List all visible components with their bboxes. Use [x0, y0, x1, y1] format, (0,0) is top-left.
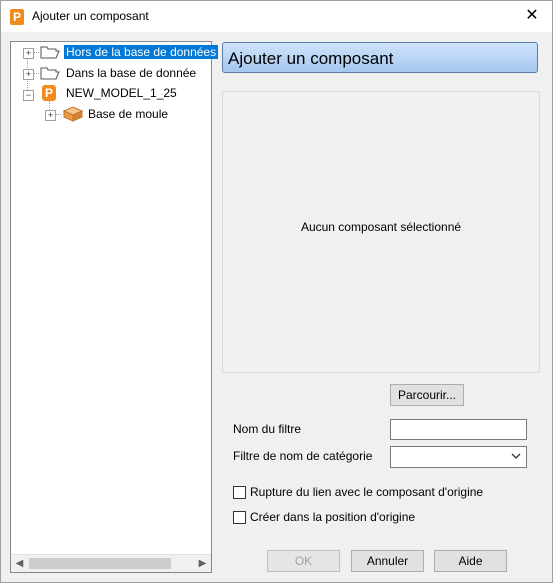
folder-open-icon — [40, 67, 60, 80]
break-link-checkbox[interactable] — [233, 486, 246, 499]
empty-preview-text: Aucun composant sélectionné — [300, 220, 462, 234]
model-p-icon: P — [42, 85, 56, 101]
collapse-icon[interactable]: − — [23, 90, 34, 101]
component-tree[interactable]: + Hors de la base de données + Dans la b… — [10, 41, 219, 573]
expand-icon[interactable]: + — [23, 48, 34, 59]
title-bar: P Ajouter un composant ✕ — [1, 1, 552, 32]
tree-item-hors-base[interactable]: Hors de la base de données — [64, 43, 219, 62]
chevron-down-icon[interactable] — [511, 450, 521, 462]
filter-name-label: Nom du filtre — [233, 422, 302, 436]
component-preview: Aucun composant sélectionné — [222, 91, 540, 373]
scroll-left-icon[interactable]: ◀ — [11, 555, 28, 572]
filter-name-input[interactable] — [390, 419, 527, 440]
tree-item-label: Dans la base de donnée — [66, 66, 197, 80]
break-link-label: Rupture du lien avec le composant d'orig… — [250, 485, 484, 499]
folder-open-icon — [40, 46, 60, 59]
tree-item-dans-base[interactable]: Dans la base de donnée — [66, 64, 196, 83]
app-logo-icon: P — [10, 9, 24, 25]
tree-item-base-de-moule[interactable]: Base de moule — [88, 105, 168, 124]
category-filter-label: Filtre de nom de catégorie — [233, 449, 373, 463]
cancel-button[interactable]: Annuler — [351, 550, 424, 572]
window-title: Ajouter un composant — [32, 9, 149, 23]
scrollbar-thumb[interactable] — [29, 558, 171, 569]
close-icon[interactable]: ✕ — [522, 6, 542, 26]
expand-icon[interactable]: + — [45, 110, 56, 121]
tree-horizontal-scrollbar[interactable]: ◀ ▶ — [11, 554, 211, 572]
tree-item-label: NEW_MODEL_1_25 — [66, 86, 177, 100]
scroll-right-icon[interactable]: ▶ — [194, 555, 211, 572]
ok-button[interactable]: OK — [267, 550, 340, 572]
browse-button[interactable]: Parcourir... — [390, 384, 464, 406]
panel-title: Ajouter un composant — [228, 49, 394, 68]
origin-position-label: Créer dans la position d'origine — [250, 510, 416, 524]
mold-base-icon — [62, 106, 84, 122]
category-filter-select[interactable] — [390, 446, 527, 468]
tree-item-label: Hors de la base de données — [64, 45, 219, 59]
tree-item-model[interactable]: NEW_MODEL_1_25 — [66, 84, 177, 103]
help-button[interactable]: Aide — [434, 550, 507, 572]
panel-header: Ajouter un composant — [222, 42, 538, 73]
origin-position-checkbox[interactable] — [233, 511, 246, 524]
tree-item-label: Base de moule — [88, 107, 169, 121]
expand-icon[interactable]: + — [23, 69, 34, 80]
